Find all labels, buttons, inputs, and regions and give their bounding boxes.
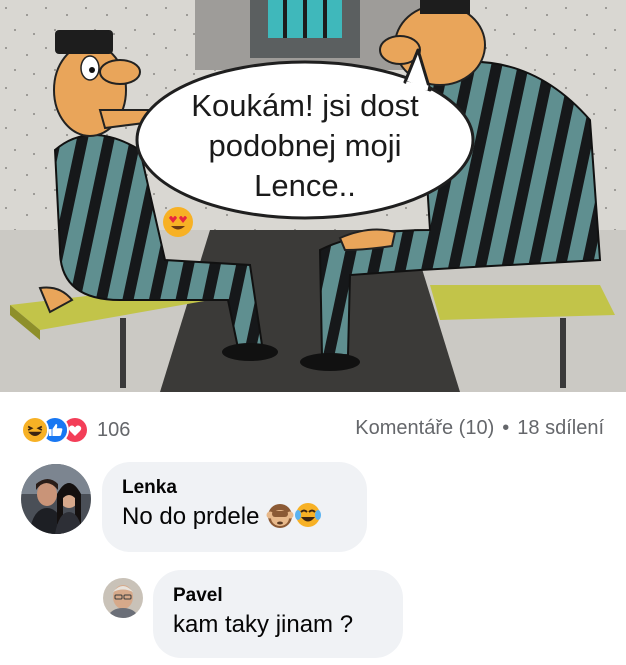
heart-eyes-emoji xyxy=(163,207,193,237)
see-no-evil-monkey-emoji xyxy=(266,504,294,528)
speech-bubble-text: Koukám! jsi dost podobnej moji Lence.. xyxy=(160,86,450,238)
comment-reply-item: Pavel kam taky jinam ? xyxy=(103,570,403,658)
speech-line-1: Koukám! jsi dost xyxy=(191,88,419,123)
comment-item: Lenka No do prdele xyxy=(21,462,367,552)
comment-text: kam taky jinam ? xyxy=(173,611,354,638)
speech-line-3: Lence.. xyxy=(160,166,450,238)
comment-author[interactable]: Lenka xyxy=(122,476,347,500)
post-image[interactable]: Koukám! jsi dost podobnej moji Lence.. xyxy=(0,0,626,392)
reaction-bar: 106 Komentáře (10) • 18 sdílení xyxy=(0,392,626,468)
comments-count-link[interactable]: Komentáře (10) xyxy=(355,417,494,440)
comment-bubble[interactable]: Lenka No do prdele xyxy=(102,462,367,552)
haha-reaction-icon xyxy=(21,416,49,444)
post-stats: Komentáře (10) • 18 sdílení xyxy=(355,417,604,440)
man-photo-avatar[interactable] xyxy=(103,578,143,618)
reactions-summary[interactable]: 106 xyxy=(21,415,130,445)
couple-photo-avatar[interactable] xyxy=(21,464,91,534)
stats-separator: • xyxy=(502,417,510,439)
speech-line-2: podobnej moji xyxy=(208,128,402,163)
tears-of-joy-emoji xyxy=(295,503,322,527)
comment-author[interactable]: Pavel xyxy=(173,584,383,608)
shares-count-link[interactable]: 18 sdílení xyxy=(517,417,604,440)
comment-bubble[interactable]: Pavel kam taky jinam ? xyxy=(153,570,403,658)
reaction-count: 106 xyxy=(97,418,131,441)
comment-text: No do prdele xyxy=(122,500,347,534)
